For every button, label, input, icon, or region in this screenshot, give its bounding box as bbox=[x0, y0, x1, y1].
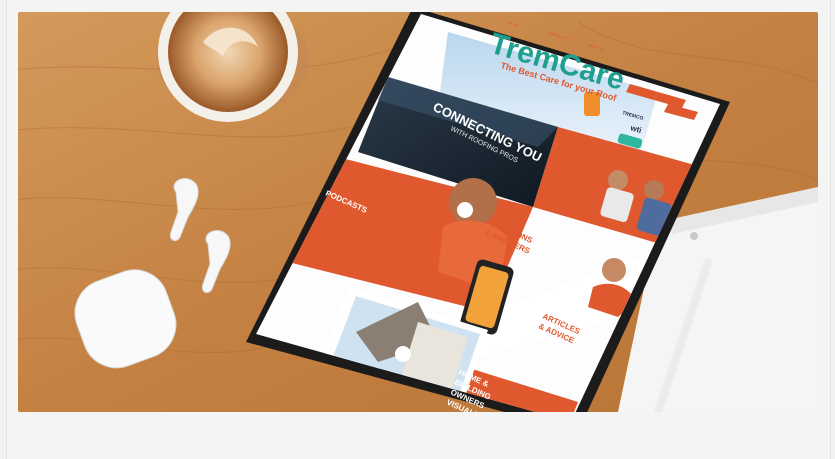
photo-illustration: TremCare The Best Care for your Roof TRE… bbox=[18, 12, 818, 412]
hero-photo: TremCare The Best Care for your Roof TRE… bbox=[18, 12, 818, 412]
